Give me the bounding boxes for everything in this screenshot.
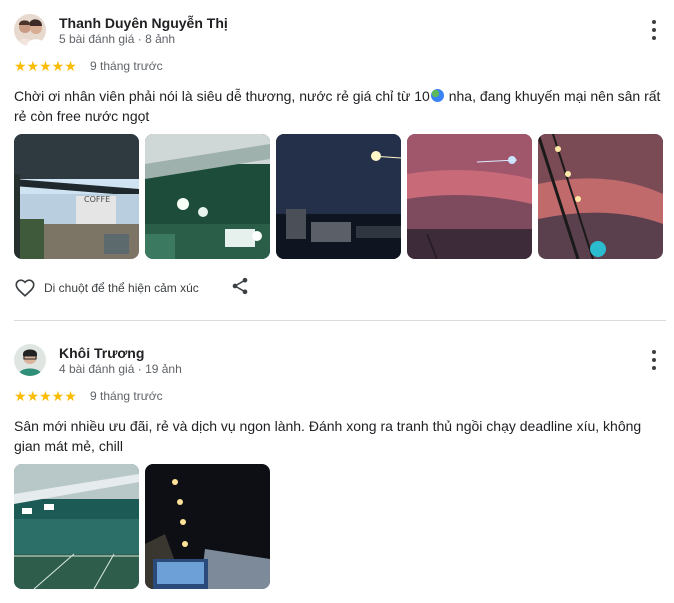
review-photo[interactable] — [145, 464, 270, 589]
review-text-part: Chời ơi nhân viên phải nói là siêu dễ th… — [14, 88, 430, 104]
author-meta: 5 bài đánh giá · 8 ảnh — [59, 32, 176, 46]
avatar[interactable] — [14, 14, 46, 46]
review-photo[interactable] — [407, 134, 532, 259]
author-meta: 4 bài đánh giá · 19 ảnh — [59, 362, 182, 376]
globe-emoji-icon — [430, 89, 444, 102]
reaction-label: Di chuột để thể hiện cảm xúc — [44, 281, 199, 295]
review-photo[interactable]: COFFE — [14, 134, 139, 259]
review-photo[interactable] — [14, 464, 139, 589]
svg-text:COFFE: COFFE — [84, 195, 110, 204]
review-photo[interactable] — [145, 134, 270, 259]
more-options-icon[interactable] — [648, 350, 660, 370]
review-photos: COFFE — [14, 134, 663, 259]
review-photo[interactable] — [276, 134, 401, 259]
avatar[interactable] — [14, 344, 46, 376]
reaction-bar: Di chuột để thể hiện cảm xúc — [14, 277, 248, 299]
heart-outline-icon[interactable] — [14, 277, 36, 299]
review-text: Sân mới nhiều ưu đãi, rẻ và dịch vụ ngon… — [14, 418, 642, 454]
review-text: Chời ơi nhân viên phải nói là siêu dễ th… — [14, 86, 664, 126]
review-time: 9 tháng trước — [90, 389, 163, 403]
review-divider — [14, 320, 666, 321]
review-photos — [14, 464, 270, 589]
more-options-icon[interactable] — [648, 20, 660, 40]
author-name[interactable]: Thanh Duyên Nguyễn Thị — [59, 15, 228, 31]
review-time: 9 tháng trước — [90, 59, 163, 73]
star-rating: ★★★★★ — [14, 58, 77, 74]
author-name[interactable]: Khôi Trương — [59, 345, 144, 361]
share-icon[interactable] — [230, 276, 250, 296]
review-photo[interactable] — [538, 134, 663, 259]
star-rating: ★★★★★ — [14, 388, 77, 404]
